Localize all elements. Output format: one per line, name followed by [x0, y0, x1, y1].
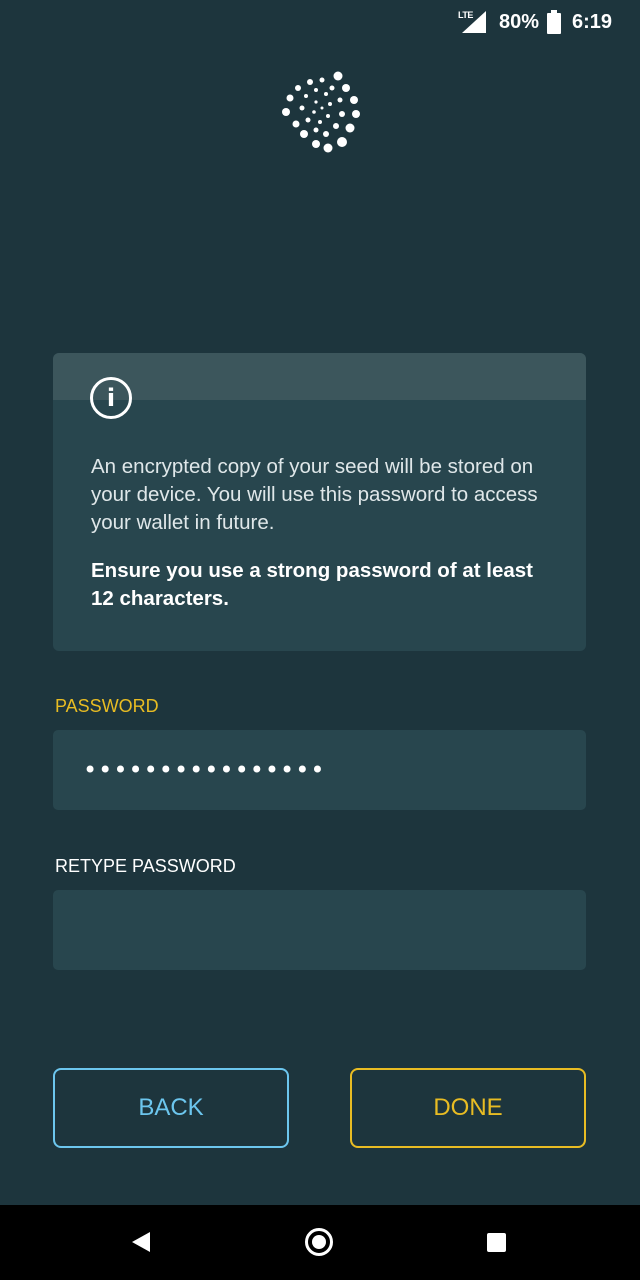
nav-home-icon[interactable]	[305, 1228, 333, 1256]
retype-password-label: RETYPE PASSWORD	[55, 856, 236, 876]
password-label: PASSWORD	[55, 696, 159, 716]
back-button[interactable]: BACK	[53, 1068, 289, 1148]
signal-icon	[462, 11, 486, 33]
navigation-bar	[0, 1205, 640, 1280]
done-button[interactable]: DONE	[350, 1068, 586, 1148]
info-card-header	[53, 353, 586, 400]
nav-recents-icon[interactable]	[487, 1233, 506, 1252]
iota-logo-icon	[282, 71, 360, 153]
status-bar: LTE 80% 6:19	[0, 0, 640, 44]
info-emphasis: Ensure you use a strong password of at l…	[91, 559, 534, 610]
info-message: An encrypted copy of your seed will be s…	[91, 455, 538, 534]
clock: 6:19	[572, 11, 613, 33]
info-icon: i	[90, 377, 132, 419]
password-input[interactable]: ••••••••••••••••	[53, 730, 586, 810]
info-card: i An encrypted copy of your seed will be…	[53, 353, 586, 651]
set-password-screen: LTE 80% 6:19 i An encrypted copy of your…	[0, 0, 640, 1280]
nav-back-icon[interactable]	[132, 1232, 150, 1252]
retype-password-input[interactable]	[53, 890, 586, 970]
battery-icon	[547, 10, 561, 34]
battery-percent: 80%	[499, 11, 540, 33]
